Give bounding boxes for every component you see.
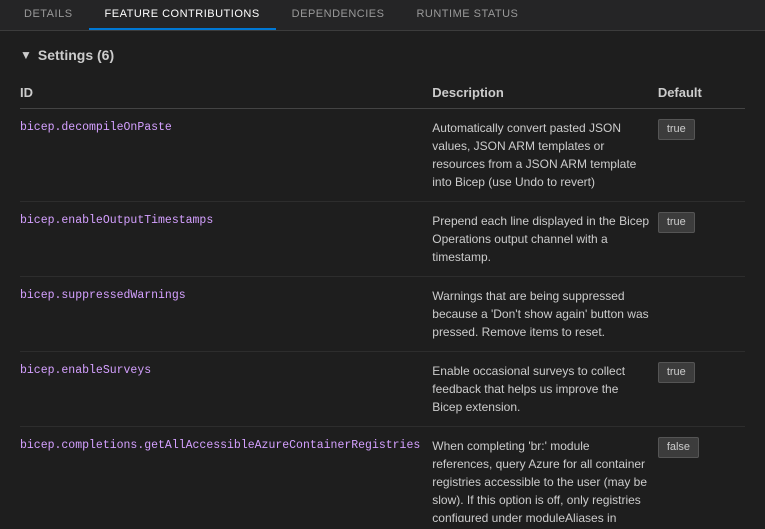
tab-runtime-status[interactable]: RUNTIME STATUS xyxy=(400,0,534,30)
tab-dependencies[interactable]: DEPENDENCIES xyxy=(276,0,401,30)
col-header-id: ID xyxy=(20,79,432,109)
col-header-default: Default xyxy=(658,79,745,109)
default-badge: true xyxy=(658,362,695,383)
section-title: Settings (6) xyxy=(38,47,114,63)
row-description: Prepend each line displayed in the Bicep… xyxy=(432,202,658,277)
row-default: false xyxy=(658,427,745,523)
table-row: bicep.completions.getAllAccessibleAzureC… xyxy=(20,427,745,523)
row-description: Enable occasional surveys to collect fee… xyxy=(432,352,658,427)
tab-bar: DETAILSFEATURE CONTRIBUTIONSDEPENDENCIES… xyxy=(0,0,765,31)
row-description: When completing 'br:' module references,… xyxy=(432,427,658,523)
section-header: ▼ Settings (6) xyxy=(20,47,745,63)
row-default: true xyxy=(658,352,745,427)
feature-table: ID Description Default bicep.decompileOn… xyxy=(20,79,745,522)
default-badge: true xyxy=(658,119,695,140)
tab-feature-contributions[interactable]: FEATURE CONTRIBUTIONS xyxy=(89,0,276,30)
tab-details[interactable]: DETAILS xyxy=(8,0,89,30)
row-id: bicep.completions.getAllAccessibleAzureC… xyxy=(20,427,432,523)
row-default xyxy=(658,277,745,352)
row-id: bicep.enableSurveys xyxy=(20,352,432,427)
row-id: bicep.suppressedWarnings xyxy=(20,277,432,352)
row-description: Automatically convert pasted JSON values… xyxy=(432,109,658,202)
row-default: true xyxy=(658,202,745,277)
table-row: bicep.suppressedWarningsWarnings that ar… xyxy=(20,277,745,352)
col-header-description: Description xyxy=(432,79,658,109)
row-id: bicep.enableOutputTimestamps xyxy=(20,202,432,277)
row-id: bicep.decompileOnPaste xyxy=(20,109,432,202)
table-row: bicep.enableOutputTimestampsPrepend each… xyxy=(20,202,745,277)
default-badge: false xyxy=(658,437,699,458)
default-badge: true xyxy=(658,212,695,233)
content-area: ▼ Settings (6) ID Description Default bi… xyxy=(0,31,765,522)
chevron-icon: ▼ xyxy=(20,48,32,62)
row-default: true xyxy=(658,109,745,202)
table-row: bicep.enableSurveysEnable occasional sur… xyxy=(20,352,745,427)
table-row: bicep.decompileOnPasteAutomatically conv… xyxy=(20,109,745,202)
row-description: Warnings that are being suppressed becau… xyxy=(432,277,658,352)
